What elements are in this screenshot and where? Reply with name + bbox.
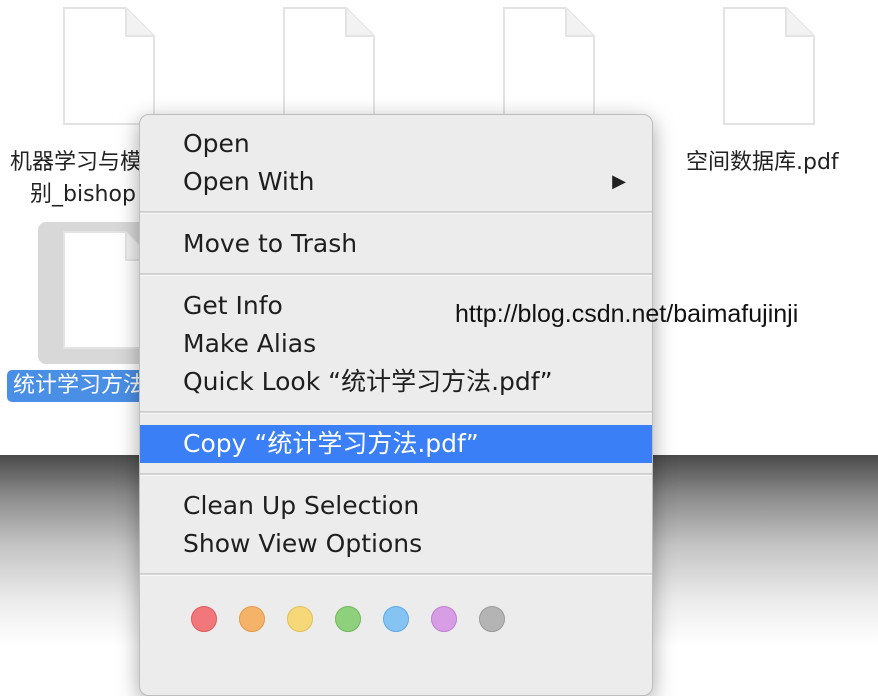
tag-blue-dot[interactable]	[383, 606, 409, 632]
menu-separator	[140, 411, 652, 414]
selected-file-label[interactable]: 统计学习方法	[7, 370, 152, 402]
menu-item-quick-look[interactable]: Quick Look “统计学习方法.pdf”	[140, 363, 652, 401]
file-label-line2[interactable]: 别_bishop	[30, 179, 136, 211]
menu-item-label: Open With	[183, 167, 315, 196]
watermark-url: http://blog.csdn.net/baimafujinji	[455, 300, 799, 328]
tag-yellow-dot[interactable]	[287, 606, 313, 632]
menu-separator	[140, 211, 652, 214]
pdf-document-icon[interactable]	[502, 6, 596, 126]
tag-purple-dot[interactable]	[431, 606, 457, 632]
menu-item-open-with[interactable]: Open With ▶	[140, 163, 652, 201]
tag-orange-dot[interactable]	[239, 606, 265, 632]
context-menu: Open Open With ▶ Move to Trash Get Info …	[139, 114, 653, 696]
menu-item-open[interactable]: Open	[140, 125, 652, 163]
menu-separator	[140, 273, 652, 276]
submenu-arrow-icon: ▶	[612, 171, 626, 192]
menu-item-make-alias[interactable]: Make Alias	[140, 325, 652, 363]
pdf-document-icon[interactable]	[722, 6, 816, 126]
tag-red-dot[interactable]	[191, 606, 217, 632]
file-label-line1[interactable]: 机器学习与模	[10, 147, 142, 179]
menu-separator	[140, 573, 652, 576]
menu-item-show-view-options[interactable]: Show View Options	[140, 525, 652, 563]
tag-gray-dot[interactable]	[479, 606, 505, 632]
menu-item-copy[interactable]: Copy “统计学习方法.pdf”	[140, 425, 652, 463]
menu-item-move-to-trash[interactable]: Move to Trash	[140, 225, 652, 263]
pdf-document-icon[interactable]	[282, 6, 376, 126]
file-label[interactable]: 空间数据库.pdf	[686, 147, 839, 179]
tag-green-dot[interactable]	[335, 606, 361, 632]
menu-item-clean-up-selection[interactable]: Clean Up Selection	[140, 487, 652, 525]
pdf-document-icon[interactable]	[62, 6, 156, 126]
menu-separator	[140, 473, 652, 476]
